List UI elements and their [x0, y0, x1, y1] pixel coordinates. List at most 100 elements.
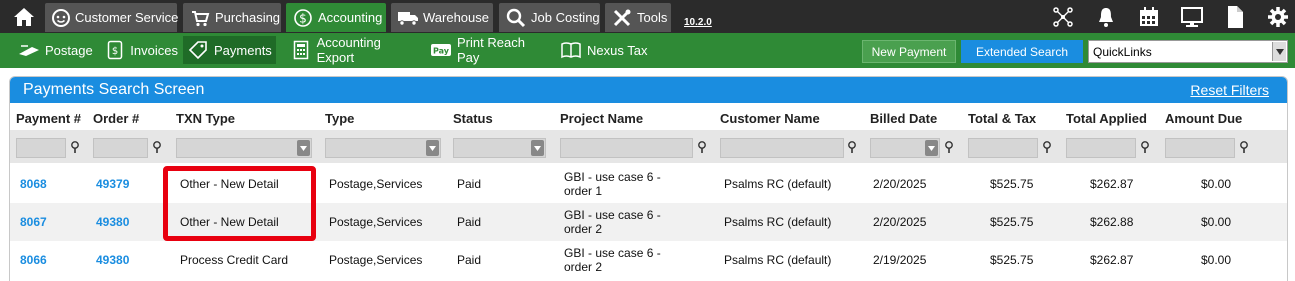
tab-label: Customer Service	[75, 10, 179, 25]
column-header-status[interactable]: Status	[453, 111, 493, 126]
subnav-invoices[interactable]: $ Invoices	[101, 36, 178, 64]
total-tax-cell: $525.75	[990, 215, 1034, 229]
payment-filter-input[interactable]	[16, 138, 66, 158]
subnav-label: Payments	[214, 42, 272, 58]
total-applied-cell: $262.87	[1090, 253, 1134, 267]
tab-accounting[interactable]: $ Accounting	[286, 3, 386, 32]
status-filter-select[interactable]	[453, 138, 546, 158]
subnav-print-reach-pay[interactable]: Pay Print Reach Pay	[426, 35, 550, 65]
home-icon[interactable]	[10, 5, 38, 29]
subnav-accounting-export[interactable]: Accounting Export	[286, 35, 420, 65]
filter-icon[interactable]	[696, 140, 708, 154]
filter-icon[interactable]	[151, 140, 163, 154]
tab-purchasing[interactable]: Purchasing	[183, 3, 281, 32]
postage-icon	[18, 40, 40, 60]
billed-date-filter-select[interactable]	[870, 138, 940, 158]
column-header-billed-date[interactable]: Billed Date	[870, 111, 937, 126]
txn-type-filter-select[interactable]	[176, 138, 312, 158]
accounting-subnav: Postage $ Invoices Payments Accounting E…	[0, 33, 1295, 68]
invoice-icon: $	[105, 40, 125, 60]
column-header-type[interactable]: Type	[325, 111, 354, 126]
payment-number-link[interactable]: 8066	[20, 241, 47, 279]
type-cell: Postage,Services	[329, 177, 423, 191]
gear-icon[interactable]	[1265, 4, 1291, 30]
extended-search-button[interactable]: Extended Search	[961, 40, 1083, 63]
table-row[interactable]: 8066 49380 Process Credit Card Postage,S…	[10, 241, 1287, 279]
tab-label: Job Costing	[531, 10, 600, 25]
subnav-nexus-tax[interactable]: Nexus Tax	[556, 36, 652, 64]
calculator-icon	[290, 40, 312, 60]
total-applied-filter-input[interactable]	[1066, 138, 1136, 158]
customer-service-icon	[51, 7, 71, 29]
status-cell: Paid	[457, 215, 482, 229]
svg-text:$: $	[112, 46, 118, 57]
status-cell: Paid	[457, 253, 482, 267]
payment-number-link[interactable]: 8068	[20, 165, 47, 203]
cart-icon	[189, 7, 211, 29]
column-header-payment[interactable]: Payment #	[16, 111, 81, 126]
filter-icon[interactable]	[846, 140, 858, 154]
truck-icon	[397, 7, 419, 29]
filter-row	[10, 130, 1287, 163]
order-filter-input[interactable]	[93, 138, 148, 158]
tab-job-costing[interactable]: Job Costing	[499, 3, 600, 32]
document-icon[interactable]	[1222, 4, 1248, 30]
quicklinks-select[interactable]: QuickLinks	[1088, 40, 1288, 63]
order-number-link[interactable]: 49380	[96, 203, 129, 241]
order-number-link[interactable]: 49380	[96, 241, 129, 279]
total-tax-cell: $525.75	[990, 177, 1034, 191]
amount-due-cell: $0.00	[1201, 177, 1232, 191]
amount-due-cell: $0.00	[1201, 253, 1232, 267]
column-header-project-name[interactable]: Project Name	[560, 111, 643, 126]
chevron-down-icon	[1272, 42, 1286, 61]
tab-tools[interactable]: Tools	[605, 3, 671, 32]
payment-number-link[interactable]: 8067	[20, 203, 47, 241]
column-header-customer-name[interactable]: Customer Name	[720, 111, 820, 126]
amount-due-filter-input[interactable]	[1165, 138, 1235, 158]
bell-icon[interactable]	[1093, 4, 1119, 30]
tab-label: Tools	[637, 10, 668, 25]
filter-icon[interactable]	[1041, 140, 1053, 154]
top-navigation-bar: Customer Service Purchasing $ Accounting…	[0, 0, 1295, 33]
column-header-amount-due[interactable]: Amount Due	[1165, 111, 1242, 126]
billed-date-cell: 2/20/2025	[873, 215, 927, 229]
subnav-label: Accounting Export	[316, 35, 381, 65]
column-header-txn-type[interactable]: TXN Type	[176, 111, 235, 126]
quicklinks-value: QuickLinks	[1093, 45, 1152, 59]
subnav-label: Invoices	[130, 42, 178, 58]
project-name-filter-input[interactable]	[560, 138, 693, 158]
calendar-icon[interactable]	[1136, 4, 1162, 30]
network-icon[interactable]	[1050, 4, 1076, 30]
monitor-icon[interactable]	[1179, 4, 1205, 30]
column-header-total-tax[interactable]: Total & Tax	[968, 111, 1036, 126]
subnav-postage[interactable]: Postage	[14, 36, 96, 64]
type-filter-select[interactable]	[325, 138, 441, 158]
amount-due-cell: $0.00	[1201, 215, 1232, 229]
column-header-total-applied[interactable]: Total Applied	[1066, 111, 1147, 126]
order-number-link[interactable]: 49379	[96, 165, 129, 203]
tools-icon	[611, 7, 633, 29]
column-header-order[interactable]: Order #	[93, 111, 139, 126]
total-tax-cell: $525.75	[990, 253, 1034, 267]
filter-icon[interactable]	[1238, 140, 1250, 154]
chevron-down-icon	[925, 140, 938, 156]
tab-warehouse[interactable]: Warehouse	[391, 3, 493, 32]
filter-icon[interactable]	[943, 140, 955, 154]
billed-date-cell: 2/20/2025	[873, 177, 927, 191]
filter-icon[interactable]	[1139, 140, 1151, 154]
customer-name-cell: Psalms RC (default)	[724, 177, 832, 191]
subnav-label: Postage	[45, 42, 93, 58]
new-payment-button[interactable]: New Payment	[862, 40, 956, 63]
total-tax-filter-input[interactable]	[968, 138, 1038, 158]
tab-customer-service[interactable]: Customer Service	[45, 3, 179, 32]
filter-icon[interactable]	[69, 140, 81, 154]
reset-filters-link[interactable]: Reset Filters	[1190, 82, 1269, 98]
customer-name-filter-input[interactable]	[720, 138, 844, 158]
version-label[interactable]: 10.2.0	[684, 17, 712, 28]
subnav-payments[interactable]: Payments	[183, 36, 276, 64]
customer-name-cell: Psalms RC (default)	[724, 215, 832, 229]
svg-text:Pay: Pay	[433, 47, 450, 56]
type-cell: Postage,Services	[329, 253, 423, 267]
chevron-down-icon	[426, 140, 439, 156]
tab-label: Warehouse	[423, 10, 489, 25]
